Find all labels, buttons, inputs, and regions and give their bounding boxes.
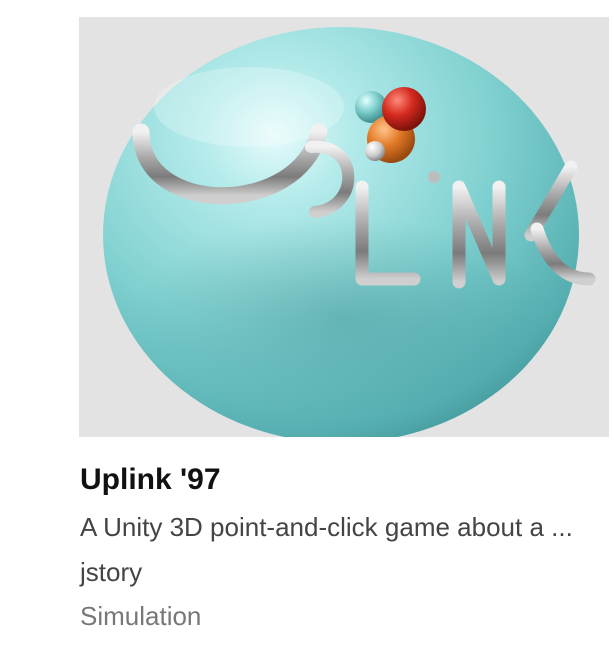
uplink-logo	[103, 27, 596, 437]
game-cover-image[interactable]	[79, 17, 609, 437]
game-author[interactable]: jstory	[80, 557, 142, 588]
game-card[interactable]: Uplink '97 A Unity 3D point-and-click ga…	[79, 17, 614, 637]
game-genre[interactable]: Simulation	[80, 601, 201, 632]
red-ball-shape	[382, 87, 426, 131]
white-ball-shape	[365, 141, 385, 161]
game-title[interactable]: Uplink '97	[80, 463, 221, 497]
game-description: A Unity 3D point-and-click game about a …	[80, 512, 573, 542]
